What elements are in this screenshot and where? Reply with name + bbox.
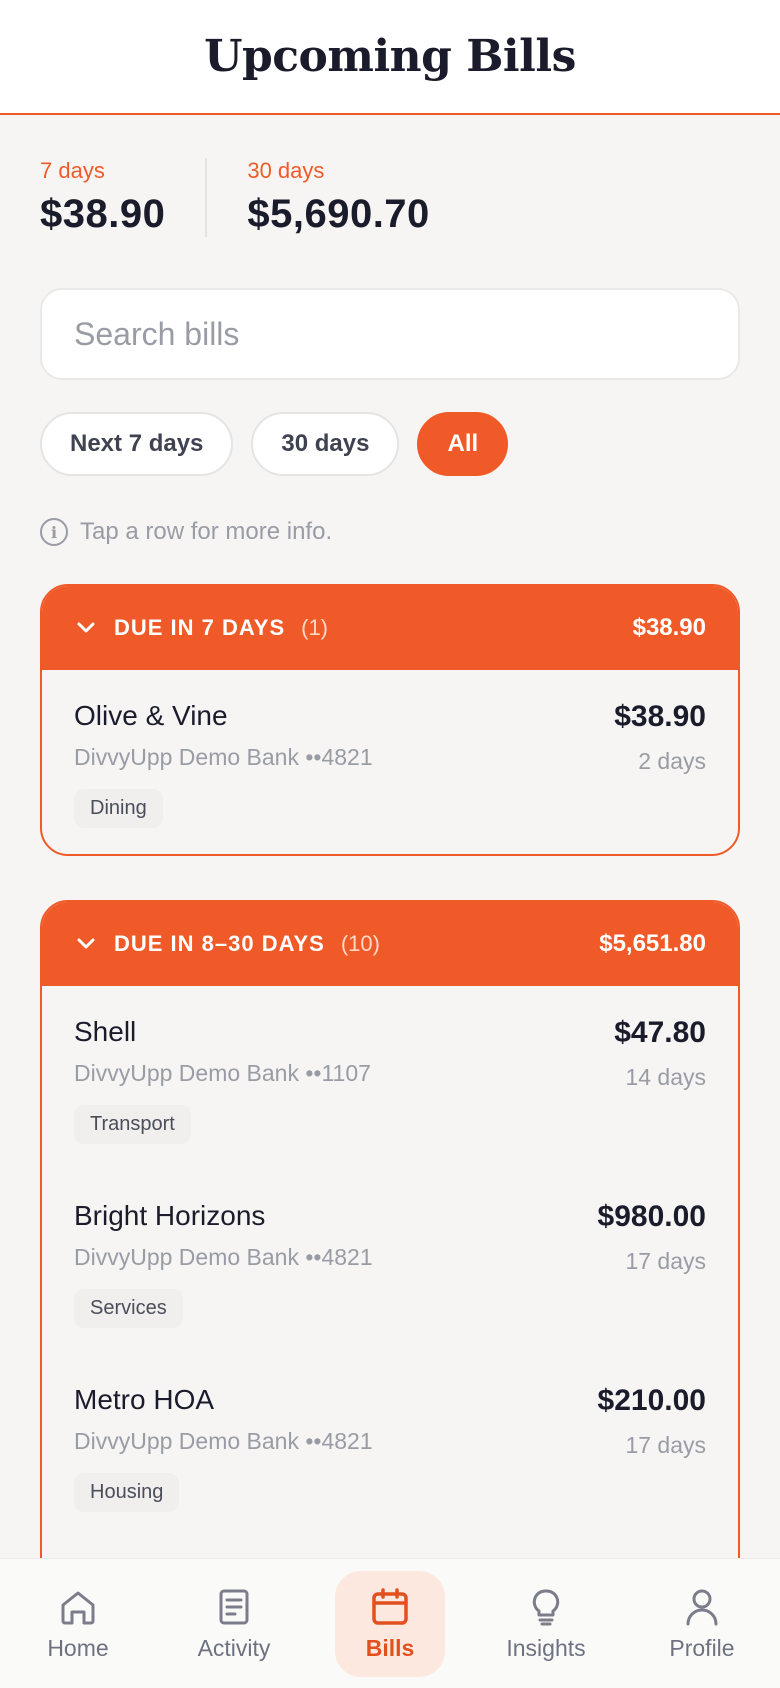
tab-label: Home bbox=[47, 1635, 109, 1661]
hint-text: Tap a row for more info. bbox=[80, 518, 333, 545]
bill-amount: $210.00 bbox=[597, 1384, 706, 1417]
bill-category-tag: Dining bbox=[74, 789, 163, 828]
bill-row[interactable]: Shell DivvyUpp Demo Bank ••1107 Transpor… bbox=[42, 986, 738, 1170]
summary-7-days: 7 days $38.90 bbox=[40, 158, 205, 237]
bill-due: 2 days bbox=[638, 748, 706, 774]
tab-activity[interactable]: Activity bbox=[179, 1571, 289, 1677]
chevron-down-icon bbox=[76, 937, 104, 951]
totals-summary: 7 days $38.90 30 days $5,690.70 bbox=[40, 158, 430, 237]
search-box bbox=[40, 288, 740, 380]
calendar-icon bbox=[372, 1588, 408, 1625]
bill-name: Olive & Vine bbox=[74, 700, 228, 731]
bill-account: DivvyUpp Demo Bank ••4821 bbox=[74, 1428, 373, 1454]
group-total: $38.90 bbox=[632, 614, 706, 641]
home-icon bbox=[61, 1591, 95, 1625]
summary-period-label: 7 days bbox=[40, 158, 105, 183]
group-count: (1) bbox=[301, 615, 329, 640]
chevron-down-icon bbox=[76, 621, 104, 635]
summary-amount: $5,690.70 bbox=[247, 192, 430, 236]
bill-due: 14 days bbox=[625, 1064, 706, 1090]
bill-amount: $47.80 bbox=[614, 1016, 706, 1049]
bill-group-due-7-days: DUE IN 7 DAYS (1) $38.90 Olive & Vine Di… bbox=[40, 584, 740, 856]
bill-account: DivvyUpp Demo Bank ••1107 bbox=[74, 1060, 371, 1086]
user-icon bbox=[686, 1589, 718, 1626]
tab-label: Profile bbox=[669, 1635, 735, 1661]
summary-amount: $38.90 bbox=[40, 192, 166, 236]
tab-label: Activity bbox=[197, 1635, 271, 1661]
tab-label: Bills bbox=[365, 1635, 415, 1661]
bill-account: DivvyUpp Demo Bank ••4821 bbox=[74, 744, 373, 770]
tab-home[interactable]: Home bbox=[23, 1571, 133, 1677]
filter-next-7-days[interactable]: Next 7 days bbox=[40, 412, 234, 476]
group-count: (10) bbox=[340, 931, 380, 956]
search-input[interactable] bbox=[74, 315, 694, 353]
tab-insights[interactable]: Insights bbox=[491, 1571, 601, 1677]
bill-amount: $38.90 bbox=[614, 700, 706, 733]
bill-row[interactable]: Olive & Vine DivvyUpp Demo Bank ••4821 D… bbox=[42, 670, 738, 854]
tab-bills[interactable]: Bills bbox=[335, 1570, 445, 1677]
lightbulb-icon bbox=[532, 1589, 560, 1626]
bottom-tab-bar: Home Activity Bills Insights Profile bbox=[0, 1558, 780, 1688]
bill-category-tag: Transport bbox=[74, 1105, 191, 1144]
tab-label: Insights bbox=[506, 1635, 586, 1661]
summary-period-label: 30 days bbox=[247, 158, 325, 183]
bill-account: DivvyUpp Demo Bank ••4821 bbox=[74, 1244, 373, 1270]
bill-row[interactable]: Bright Horizons DivvyUpp Demo Bank ••482… bbox=[42, 1170, 738, 1354]
bill-amount: $980.00 bbox=[597, 1200, 706, 1233]
group-title: DUE IN 7 DAYS bbox=[114, 615, 286, 640]
group-title: DUE IN 8–30 DAYS bbox=[114, 931, 325, 956]
page-title: Upcoming Bills bbox=[204, 31, 576, 82]
bill-group-due-8-30-days: DUE IN 8–30 DAYS (10) $5,651.80 Shell Di… bbox=[40, 900, 740, 1620]
filter-all[interactable]: All bbox=[417, 412, 509, 476]
filter-chips: Next 7 days 30 days All bbox=[40, 412, 509, 476]
bill-name: Shell bbox=[74, 1016, 137, 1047]
group-header[interactable]: DUE IN 7 DAYS (1) $38.90 bbox=[42, 586, 738, 670]
bill-due: 17 days bbox=[625, 1248, 706, 1274]
info-icon: i bbox=[40, 518, 68, 546]
bill-category-tag: Housing bbox=[74, 1473, 180, 1512]
bill-due: 17 days bbox=[625, 1432, 706, 1458]
activity-icon bbox=[219, 1589, 249, 1625]
bill-category-tag: Services bbox=[74, 1289, 183, 1328]
bill-row[interactable]: Metro HOA DivvyUpp Demo Bank ••4821 Hous… bbox=[42, 1354, 738, 1538]
summary-30-days: 30 days $5,690.70 bbox=[205, 158, 429, 237]
filter-30-days[interactable]: 30 days bbox=[251, 412, 400, 476]
app-header: Upcoming Bills bbox=[0, 0, 780, 115]
group-header[interactable]: DUE IN 8–30 DAYS (10) $5,651.80 bbox=[42, 902, 738, 986]
group-total: $5,651.80 bbox=[599, 930, 706, 957]
tab-profile[interactable]: Profile bbox=[647, 1571, 757, 1677]
info-hint: i Tap a row for more info. bbox=[40, 518, 332, 546]
